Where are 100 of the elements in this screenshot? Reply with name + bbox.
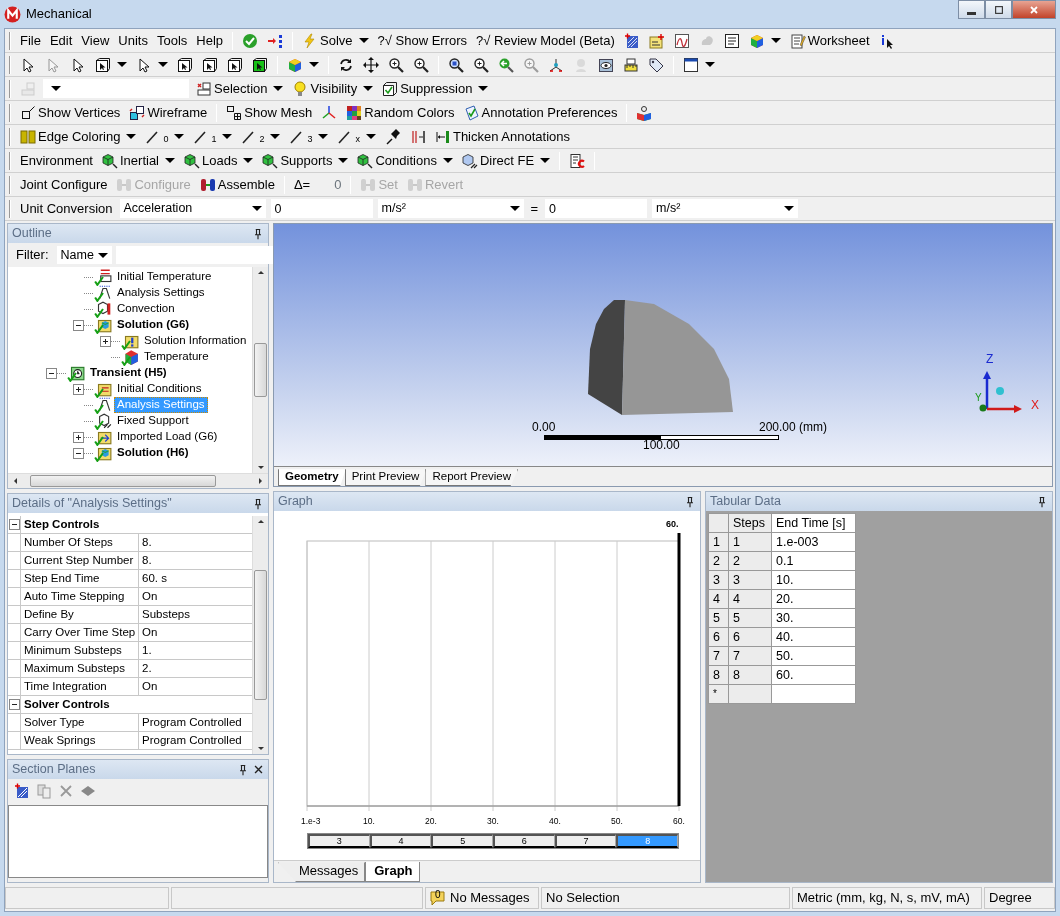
check-circle-icon[interactable] [242, 32, 259, 49]
menu-item[interactable]: Edit [45, 31, 77, 50]
view-tab[interactable]: Geometry [278, 469, 346, 486]
maximize-button[interactable] [985, 0, 1012, 19]
eye-box-icon[interactable] [598, 56, 614, 73]
pin-icon[interactable] [252, 497, 264, 510]
back-arrow-icon[interactable] [498, 56, 514, 73]
graph-icon[interactable] [673, 32, 690, 49]
dropdown-field[interactable]: m/s² [652, 199, 799, 218]
toolbar-button[interactable]: Suppression [378, 79, 493, 98]
property-value[interactable]: 2. [139, 660, 252, 677]
axes-icon[interactable] [321, 104, 338, 121]
dropdown-field[interactable]: m/s² [377, 199, 524, 218]
property-value[interactable]: 60. s [139, 570, 252, 587]
collapse-icon[interactable] [73, 319, 84, 331]
collapse-icon[interactable] [46, 367, 57, 379]
tree-item[interactable]: Imported Load (G6) [114, 429, 221, 445]
horizontal-scrollbar[interactable] [8, 473, 268, 488]
line-width-button[interactable]: 3 [285, 127, 333, 146]
panel-tab[interactable]: Graph [365, 862, 420, 882]
tree-item[interactable]: Initial Conditions [114, 381, 205, 397]
scrollbar-thumb[interactable] [254, 343, 267, 397]
tree-item[interactable]: Fixed Support [114, 413, 192, 429]
menu-item[interactable]: File [16, 31, 45, 50]
zoom-icon[interactable] [473, 56, 489, 73]
property-value[interactable]: Program Controlled [139, 732, 252, 749]
axes-icon[interactable] [548, 56, 564, 73]
move-icon[interactable] [363, 56, 379, 73]
line-width-button[interactable]: 1 [189, 127, 237, 146]
help-book-icon[interactable] [636, 104, 653, 121]
step-selector[interactable]: 4 [369, 834, 432, 848]
collapse-icon[interactable] [8, 519, 20, 530]
property-value[interactable]: Program Controlled [139, 714, 252, 731]
add-plane-icon[interactable] [14, 783, 30, 799]
text-frame-icon[interactable] [723, 32, 740, 49]
toolbar-button[interactable]: Wireframe [125, 103, 212, 122]
diamond-icon[interactable] [80, 783, 96, 799]
property-value[interactable]: Substeps [139, 606, 252, 623]
step-selector[interactable]: 3 [308, 834, 370, 848]
expand-icon[interactable] [73, 431, 84, 443]
filter-field[interactable] [115, 246, 275, 264]
toolbar-button[interactable]: Visibility [288, 79, 378, 98]
toolbar-button[interactable]: Assemble [195, 175, 279, 194]
menu-item[interactable]: Help [192, 31, 228, 50]
toolbar-button[interactable]: Supports [258, 151, 353, 170]
expand-icon[interactable] [100, 335, 111, 347]
toolbar-button[interactable]: Annotation Preferences [459, 103, 622, 122]
input-field[interactable]: 0 [545, 199, 648, 218]
property-value[interactable]: 8. [139, 534, 252, 551]
property-value[interactable]: On [139, 678, 252, 695]
filter-dropdown[interactable]: Name [56, 246, 112, 264]
toolbar-button[interactable]: Show Vertices [16, 103, 125, 122]
toolbar-button[interactable]: Random Colors [342, 103, 459, 122]
panel-tab[interactable]: Messages [278, 862, 366, 882]
toolbar-button[interactable]: ?√ Show Errors [373, 31, 472, 50]
bars-icon[interactable] [409, 128, 426, 145]
vertical-scrollbar[interactable] [252, 516, 268, 754]
property-value[interactable]: On [139, 588, 252, 605]
tag-icon[interactable] [648, 56, 664, 73]
input-field[interactable]: 0 [270, 199, 373, 218]
toolbar-button[interactable]: Selection [192, 79, 288, 98]
step-selector[interactable]: 5 [431, 834, 493, 848]
line-width-button[interactable]: x [333, 127, 380, 146]
toolbar-button[interactable]: Loads [180, 151, 258, 170]
toolbar-button[interactable]: Worksheet [785, 31, 874, 50]
view-tab[interactable]: Print Preview [344, 469, 427, 486]
cursor-icon[interactable] [20, 56, 36, 73]
property-value[interactable]: 8. [139, 552, 252, 569]
box-cursor-icon[interactable] [202, 56, 218, 73]
pin-icon[interactable] [1036, 495, 1048, 508]
label-icon[interactable] [648, 32, 665, 49]
collapse-icon[interactable] [8, 699, 20, 710]
tree-item[interactable]: Temperature [141, 349, 212, 365]
hatched-plane-icon[interactable] [623, 32, 640, 49]
toolbar-button[interactable]: Solve [298, 31, 373, 50]
toolbar-button[interactable]: Thicken Annotations [430, 127, 575, 146]
property-value[interactable]: On [139, 624, 252, 641]
tree-item[interactable]: Convection [114, 301, 178, 317]
step-selector[interactable]: 6 [493, 834, 555, 848]
property-value[interactable]: 1. [139, 642, 252, 659]
pin-icon[interactable] [252, 227, 264, 240]
tree-item[interactable]: Transient (H5) [87, 365, 170, 381]
toolbar-button[interactable]: Direct FE [457, 151, 555, 170]
rotate-icon[interactable] [338, 56, 354, 73]
vertical-scrollbar[interactable] [252, 267, 268, 473]
menu-item[interactable]: Tools [152, 31, 192, 50]
tree-item[interactable]: Analysis Settings [114, 285, 208, 301]
filled-box-cursor-icon[interactable] [252, 56, 268, 73]
scrollbar-thumb[interactable] [254, 570, 267, 700]
tree-item[interactable]: Solution Information [141, 333, 250, 349]
line-width-button[interactable]: 2 [237, 127, 285, 146]
step-selector[interactable]: 7 [554, 834, 617, 848]
minimize-button[interactable] [958, 0, 985, 19]
box-cursor-icon[interactable] [177, 56, 193, 73]
toolbar-button[interactable]: Show Mesh [222, 103, 317, 122]
menu-item[interactable]: Units [114, 31, 152, 50]
toolbar-button[interactable]: Edge Coloring [16, 127, 141, 146]
document-icon[interactable] [569, 152, 586, 169]
tree-item[interactable]: Solution (H6) [114, 445, 192, 461]
ruler-icon[interactable] [623, 56, 639, 73]
